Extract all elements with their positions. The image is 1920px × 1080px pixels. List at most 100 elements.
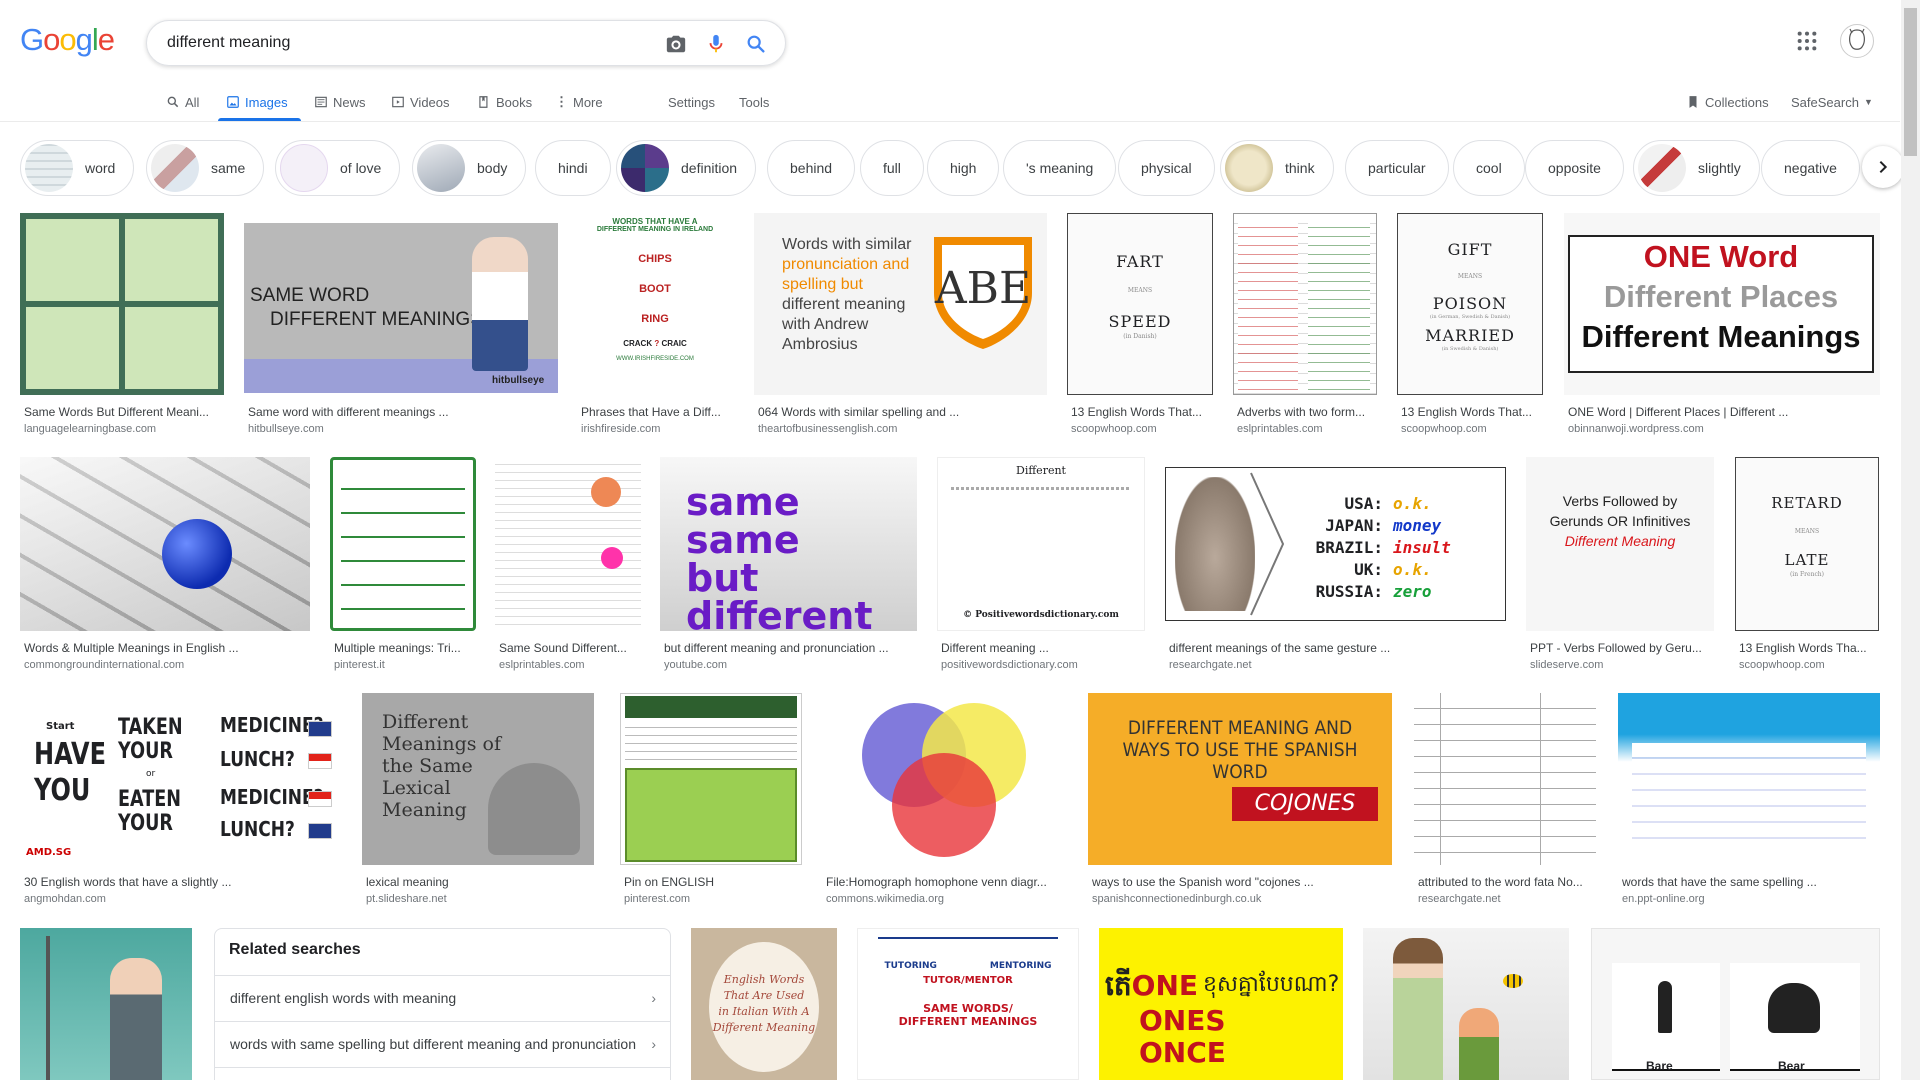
result-thumbnail[interactable]: RETARD MEANS LATE (in French) [1735,457,1879,631]
result-source[interactable]: pinterest.com [624,893,802,905]
tab-videos[interactable]: Videos [391,90,450,114]
image-result[interactable]: same same but different but different me… [660,457,917,677]
result-title[interactable]: attributed to the word fata No... [1418,875,1596,889]
account-avatar[interactable] [1840,24,1874,58]
chip-slightly[interactable]: slightly [1633,140,1760,196]
result-source[interactable]: languagelearningbase.com [24,423,224,435]
result-source[interactable]: pinterest.it [334,659,476,671]
result-title[interactable]: words that have the same spelling ... [1622,875,1880,889]
result-title[interactable]: Phrases that Have a Diff... [581,405,733,419]
image-result[interactable]: File:Homograph homophone venn diagr... c… [822,693,1068,913]
result-title[interactable]: Pin on ENGLISH [624,875,802,889]
search-box[interactable]: different meaning [146,20,786,66]
result-source[interactable]: scoopwhoop.com [1739,659,1879,671]
result-thumbnail[interactable] [1414,693,1596,865]
result-title[interactable]: 13 English Words Tha... [1739,641,1879,655]
result-thumbnail[interactable]: DIFFERENT MEANING AND WAYS TO USE THE SP… [1088,693,1392,865]
chip-opposite[interactable]: opposite [1525,140,1624,196]
result-thumbnail[interactable] [1233,213,1377,395]
result-source[interactable]: positivewordsdictionary.com [941,659,1145,671]
chip-s-meaning[interactable]: 's meaning [1003,140,1117,196]
result-thumbnail[interactable] [330,457,476,631]
result-source[interactable]: researchgate.net [1169,659,1506,671]
search-input[interactable]: different meaning [167,34,290,52]
result-title[interactable]: ways to use the Spanish word "cojones ..… [1092,875,1392,889]
result-thumbnail[interactable]: Different © Positivewordsdictionary.com [937,457,1145,631]
image-result[interactable]: Different Meanings of the Same Lexical M… [362,693,594,913]
result-title[interactable]: File:Homograph homophone venn diagr... [826,875,1068,889]
tab-more[interactable]: ⋮ More [555,90,603,114]
camera-icon[interactable] [665,33,687,55]
chips-next-button[interactable] [1862,146,1904,188]
image-result[interactable]: attributed to the word fata No... resear… [1414,693,1596,913]
chip-full[interactable]: full [860,140,924,196]
result-source[interactable]: scoopwhoop.com [1071,423,1213,435]
chip-physical[interactable]: physical [1118,140,1215,196]
result-source[interactable]: youtube.com [664,659,917,671]
result-source[interactable]: commongroundinternational.com [24,659,310,671]
result-thumbnail[interactable] [1363,928,1569,1080]
image-result[interactable]: Bare Bear [1591,928,1880,1080]
result-thumbnail[interactable]: ONE Word Different Places Different Mean… [1564,213,1880,395]
result-source[interactable]: obinnanwoji.wordpress.com [1568,423,1880,435]
image-result[interactable]: USA: JAPAN: BRAZIL: UK: RUSSIA: o.k. mon… [1165,457,1506,677]
image-result[interactable]: ONE Word Different Places Different Mean… [1564,213,1880,445]
image-result[interactable] [1363,928,1569,1080]
result-title[interactable]: different meanings of the same gesture .… [1169,641,1506,655]
chip-definition[interactable]: definition [616,140,757,196]
result-thumbnail[interactable]: Verbs Followed by Gerunds OR Infinitives… [1526,457,1714,631]
image-result[interactable]: RETARD MEANS LATE (in French) 13 English… [1735,457,1879,677]
image-result[interactable]: Words & Multiple Meanings in English ...… [20,457,310,677]
result-source[interactable]: en.ppt-online.org [1622,893,1880,905]
result-source[interactable]: scoopwhoop.com [1401,423,1543,435]
tab-books[interactable]: Books [477,90,532,114]
image-result[interactable]: Different © Positivewordsdictionary.com … [937,457,1145,677]
result-title[interactable]: Adverbs with two form... [1237,405,1377,419]
result-source[interactable]: eslprintables.com [499,659,641,671]
result-thumbnail[interactable] [822,693,1068,865]
image-result[interactable]: Multiple meanings: Tri... pinterest.it [330,457,476,677]
result-title[interactable]: Same Words But Different Meani... [24,405,224,419]
result-title[interactable]: Same word with different meanings ... [248,405,558,419]
result-source[interactable]: researchgate.net [1418,893,1596,905]
image-result[interactable]: GIFT MEANS POISON (in German, Swedish & … [1397,213,1543,445]
result-title[interactable]: ONE Word | Different Places | Different … [1568,405,1880,419]
scrollbar-thumb[interactable] [1904,8,1917,156]
result-source[interactable]: eslprintables.com [1237,423,1377,435]
result-thumbnail[interactable]: GIFT MEANS POISON (in German, Swedish & … [1397,213,1543,395]
collections-link[interactable]: Collections [1686,90,1769,114]
chip-high[interactable]: high [927,140,1000,196]
image-result[interactable] [20,928,192,1080]
result-thumbnail[interactable] [620,693,802,865]
result-thumbnail[interactable]: Words with similar pronunciation and spe… [754,213,1047,395]
result-thumbnail[interactable]: SAME WORD DIFFERENT MEANINGS hitbullseye [244,223,558,393]
result-thumbnail[interactable]: WORDS THAT HAVE A DIFFERENT MEANING IN I… [577,213,733,395]
result-title[interactable]: lexical meaning [366,875,594,889]
chip-of-love[interactable]: of love [275,140,401,196]
result-title[interactable]: 064 Words with similar spelling and ... [758,405,1047,419]
result-thumbnail[interactable]: FART MEANS SPEED (in Danish) [1067,213,1213,395]
image-result[interactable]: Start HAVE YOU TAKEN YOUR or EATEN YOUR … [20,693,342,913]
result-title[interactable]: Same Sound Different... [499,641,641,655]
result-thumbnail[interactable] [20,928,192,1080]
chip-body[interactable]: body [412,140,527,196]
image-result[interactable]: Verbs Followed by Gerunds OR Infinitives… [1526,457,1714,677]
result-thumbnail[interactable]: English Words That Are Used in Italian W… [691,928,837,1080]
chip-behind[interactable]: behind [767,140,856,196]
chip-negative[interactable]: negative [1761,140,1860,196]
result-thumbnail[interactable] [20,213,224,395]
google-logo[interactable]: Google [20,22,115,58]
tools-link[interactable]: Tools [739,90,769,114]
apps-grid-icon[interactable] [1796,30,1818,52]
chip-cool[interactable]: cool [1453,140,1525,196]
result-thumbnail[interactable]: Bare Bear [1591,928,1880,1080]
image-result[interactable]: តើONE ខុសគ្នាបែបណា? ONES ONCE [1099,928,1343,1080]
tab-all[interactable]: All [166,90,199,114]
safesearch-menu[interactable]: SafeSearch ▼ [1791,90,1873,114]
image-result[interactable]: words that have the same spelling ... en… [1618,693,1880,913]
related-search-item[interactable] [215,1067,670,1080]
chip-hindi[interactable]: hindi [535,140,611,196]
chip-particular[interactable]: particular [1345,140,1449,196]
tab-news[interactable]: News [314,90,366,114]
result-thumbnail[interactable]: TUTORING MENTORING TUTOR/MENTOR SAME WOR… [857,928,1079,1080]
